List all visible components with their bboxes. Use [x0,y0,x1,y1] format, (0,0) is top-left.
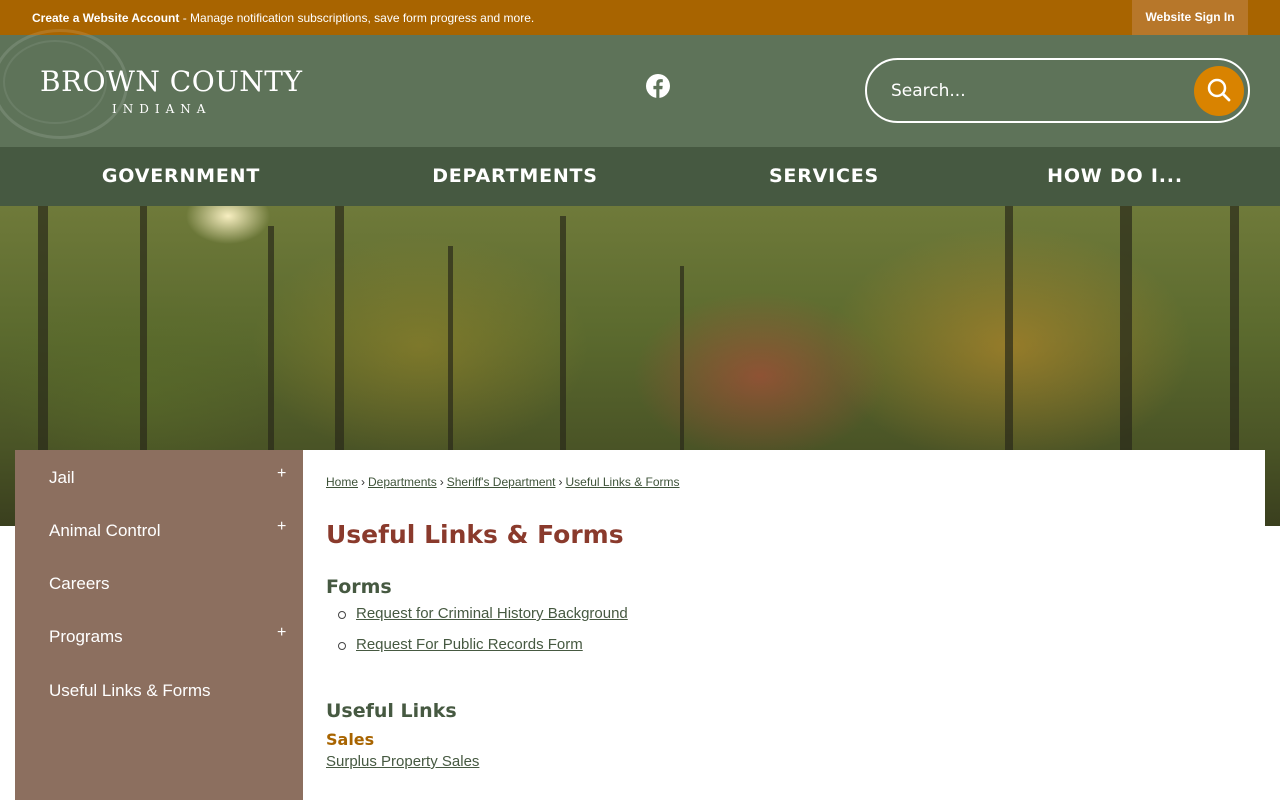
account-description: - Manage notification subscriptions, sav… [179,11,535,25]
main-navigation: GOVERNMENT DEPARTMENTS SERVICES HOW DO I… [0,147,1280,206]
logo-subtitle[interactable]: INDIANA [112,102,211,116]
main-content: Home › Departments › Sheriff's Department › Us… [303,450,1265,800]
sidebar-item-useful-links-forms[interactable]: Useful Links & Forms [49,681,211,701]
useful-links-heading: Useful Links [326,700,457,722]
forms-list: Request for Criminal History Background … [338,605,628,667]
search-input[interactable] [891,77,1181,105]
logo-title[interactable]: BROWN COUNTY [40,65,302,98]
sidebar-menu: Jail + Animal Control + Careers Programs… [15,450,303,800]
sidebar-item-programs[interactable]: Programs [49,627,123,647]
expand-plus-icon[interactable]: + [277,465,286,483]
account-message: Create a Website Account - Manage notifi… [32,11,534,25]
sidebar-item-careers[interactable]: Careers [49,574,109,594]
list-item: Request For Public Records Form [338,636,628,667]
page-title: Useful Links & Forms [326,520,624,549]
nav-government[interactable]: GOVERNMENT [80,147,282,206]
search-box [865,58,1250,123]
top-notification-bar: Create a Website Account - Manage notifi… [0,0,1280,35]
breadcrumb-departments[interactable]: Departments [368,475,437,489]
search-icon [1207,78,1231,102]
search-button[interactable] [1194,66,1244,116]
breadcrumb-separator: › [558,475,563,489]
website-sign-in-button[interactable]: Website Sign In [1132,0,1248,35]
breadcrumb-separator: › [361,475,366,489]
surplus-property-sales-link[interactable]: Surplus Property Sales [326,753,479,770]
site-header: BROWN COUNTY INDIANA [0,29,1280,147]
breadcrumb-home[interactable]: Home [326,475,358,489]
nav-how-do-i[interactable]: HOW DO I... [1040,147,1190,206]
breadcrumb-sheriffs-department[interactable]: Sheriff's Department [447,475,556,489]
breadcrumb-separator: › [439,475,444,489]
public-records-form-link[interactable]: Request For Public Records Form [356,636,583,653]
criminal-history-form-link[interactable]: Request for Criminal History Background [356,605,628,622]
facebook-icon[interactable] [646,74,670,98]
sidebar-item-animal-control[interactable]: Animal Control [49,521,161,541]
sales-heading: Sales [326,730,375,749]
forms-heading: Forms [326,576,392,598]
create-account-link[interactable]: Create a Website Account [32,11,179,25]
nav-services[interactable]: SERVICES [760,147,888,206]
sidebar-item-jail[interactable]: Jail [49,468,75,488]
list-item: Request for Criminal History Background [338,605,628,636]
expand-plus-icon[interactable]: + [277,518,286,536]
breadcrumb: Home › Departments › Sheriff's Department › Us… [326,475,680,489]
nav-departments[interactable]: DEPARTMENTS [420,147,610,206]
breadcrumb-useful-links-forms[interactable]: Useful Links & Forms [566,475,680,489]
expand-plus-icon[interactable]: + [277,624,286,642]
